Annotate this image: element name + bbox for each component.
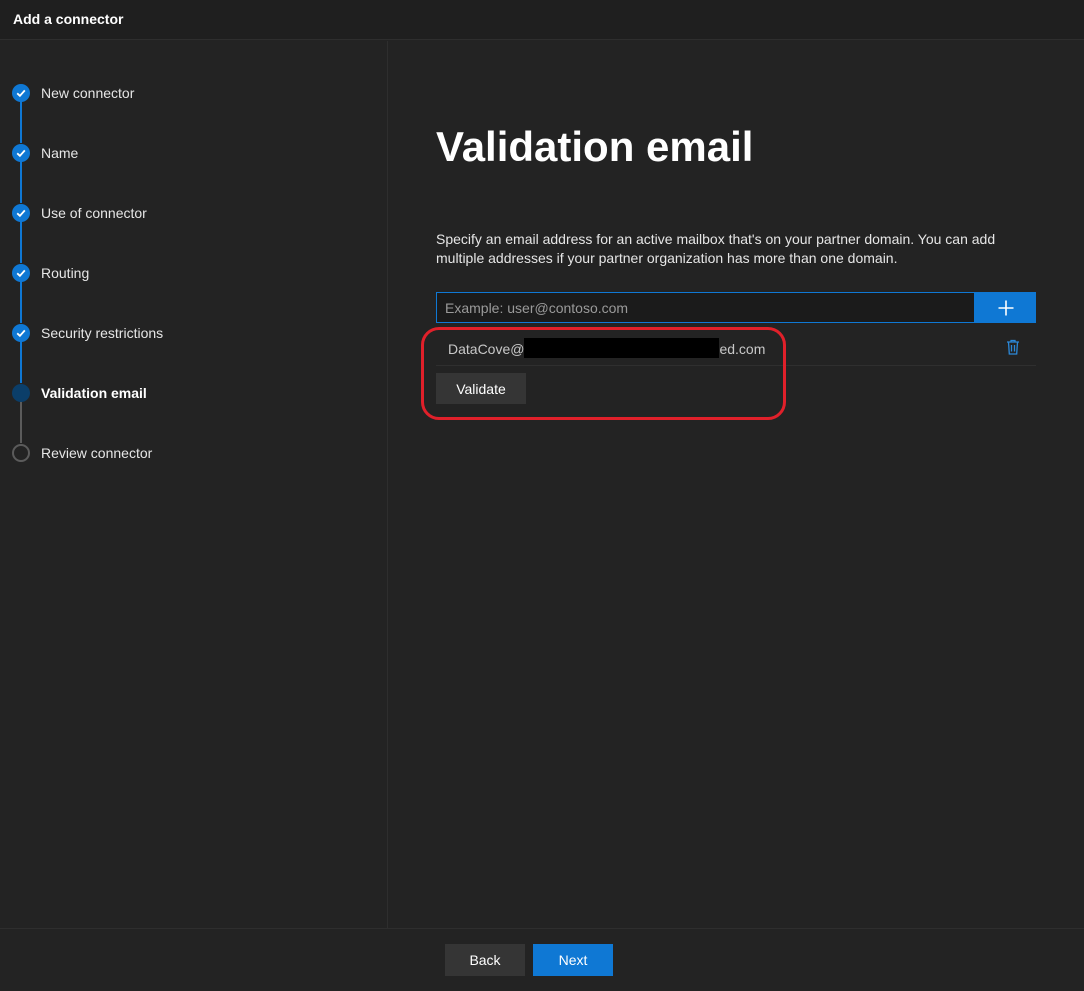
email-prefix: DataCove@ (448, 341, 525, 357)
email-suffix: ed.com (719, 341, 766, 357)
description-text: Specify an email address for an active m… (436, 231, 996, 266)
step-label: Validation email (41, 385, 147, 401)
add-email-button[interactable] (975, 292, 1036, 323)
main-content: Validation email Specify an email addres… (389, 41, 1084, 928)
step-label: Use of connector (41, 205, 147, 221)
check-icon (12, 324, 30, 342)
step-label: Review connector (41, 445, 153, 461)
delete-email-button[interactable] (1002, 336, 1024, 358)
step-connector-line (20, 401, 22, 443)
step-label: Security restrictions (41, 325, 164, 341)
check-icon (12, 84, 30, 102)
email-list-item: DataCove@ ed.com (436, 332, 1036, 366)
step-connector-line (20, 101, 22, 143)
add-connector-wizard: Add a connector New connector Name Use o… (0, 0, 1084, 991)
wizard-steps-sidebar: New connector Name Use of connector Rout… (0, 41, 388, 928)
step-validation-email[interactable]: Validation email (12, 384, 372, 404)
check-icon (12, 204, 30, 222)
current-step-icon (12, 384, 30, 402)
pending-step-icon (12, 444, 30, 462)
check-icon (12, 144, 30, 162)
step-use-of-connector[interactable]: Use of connector (12, 204, 372, 224)
next-button[interactable]: Next (533, 944, 613, 976)
validate-button[interactable]: Validate (436, 373, 526, 404)
footer: Back Next (0, 928, 1084, 991)
check-icon (12, 264, 30, 282)
step-connector-line (20, 221, 22, 263)
step-connector-line (20, 341, 22, 383)
redacted-block (524, 338, 720, 358)
step-label: New connector (41, 85, 135, 101)
header: Add a connector (0, 0, 1084, 40)
step-review-connector[interactable]: Review connector (12, 444, 372, 464)
step-security-restrictions[interactable]: Security restrictions (12, 324, 372, 344)
email-input[interactable] (436, 292, 975, 323)
step-routing[interactable]: Routing (12, 264, 372, 284)
step-connector-line (20, 281, 22, 323)
back-button[interactable]: Back (445, 944, 525, 976)
plus-icon (998, 300, 1013, 315)
page-title: Validation email (436, 123, 754, 170)
step-connector-line (20, 161, 22, 203)
step-label: Name (41, 145, 79, 161)
step-label: Routing (41, 265, 90, 281)
step-name[interactable]: Name (12, 144, 372, 164)
page-header-title: Add a connector (13, 11, 124, 27)
email-address: DataCove@ ed.com (448, 338, 765, 358)
step-new-connector[interactable]: New connector (12, 84, 372, 104)
trash-icon (1007, 339, 1019, 355)
